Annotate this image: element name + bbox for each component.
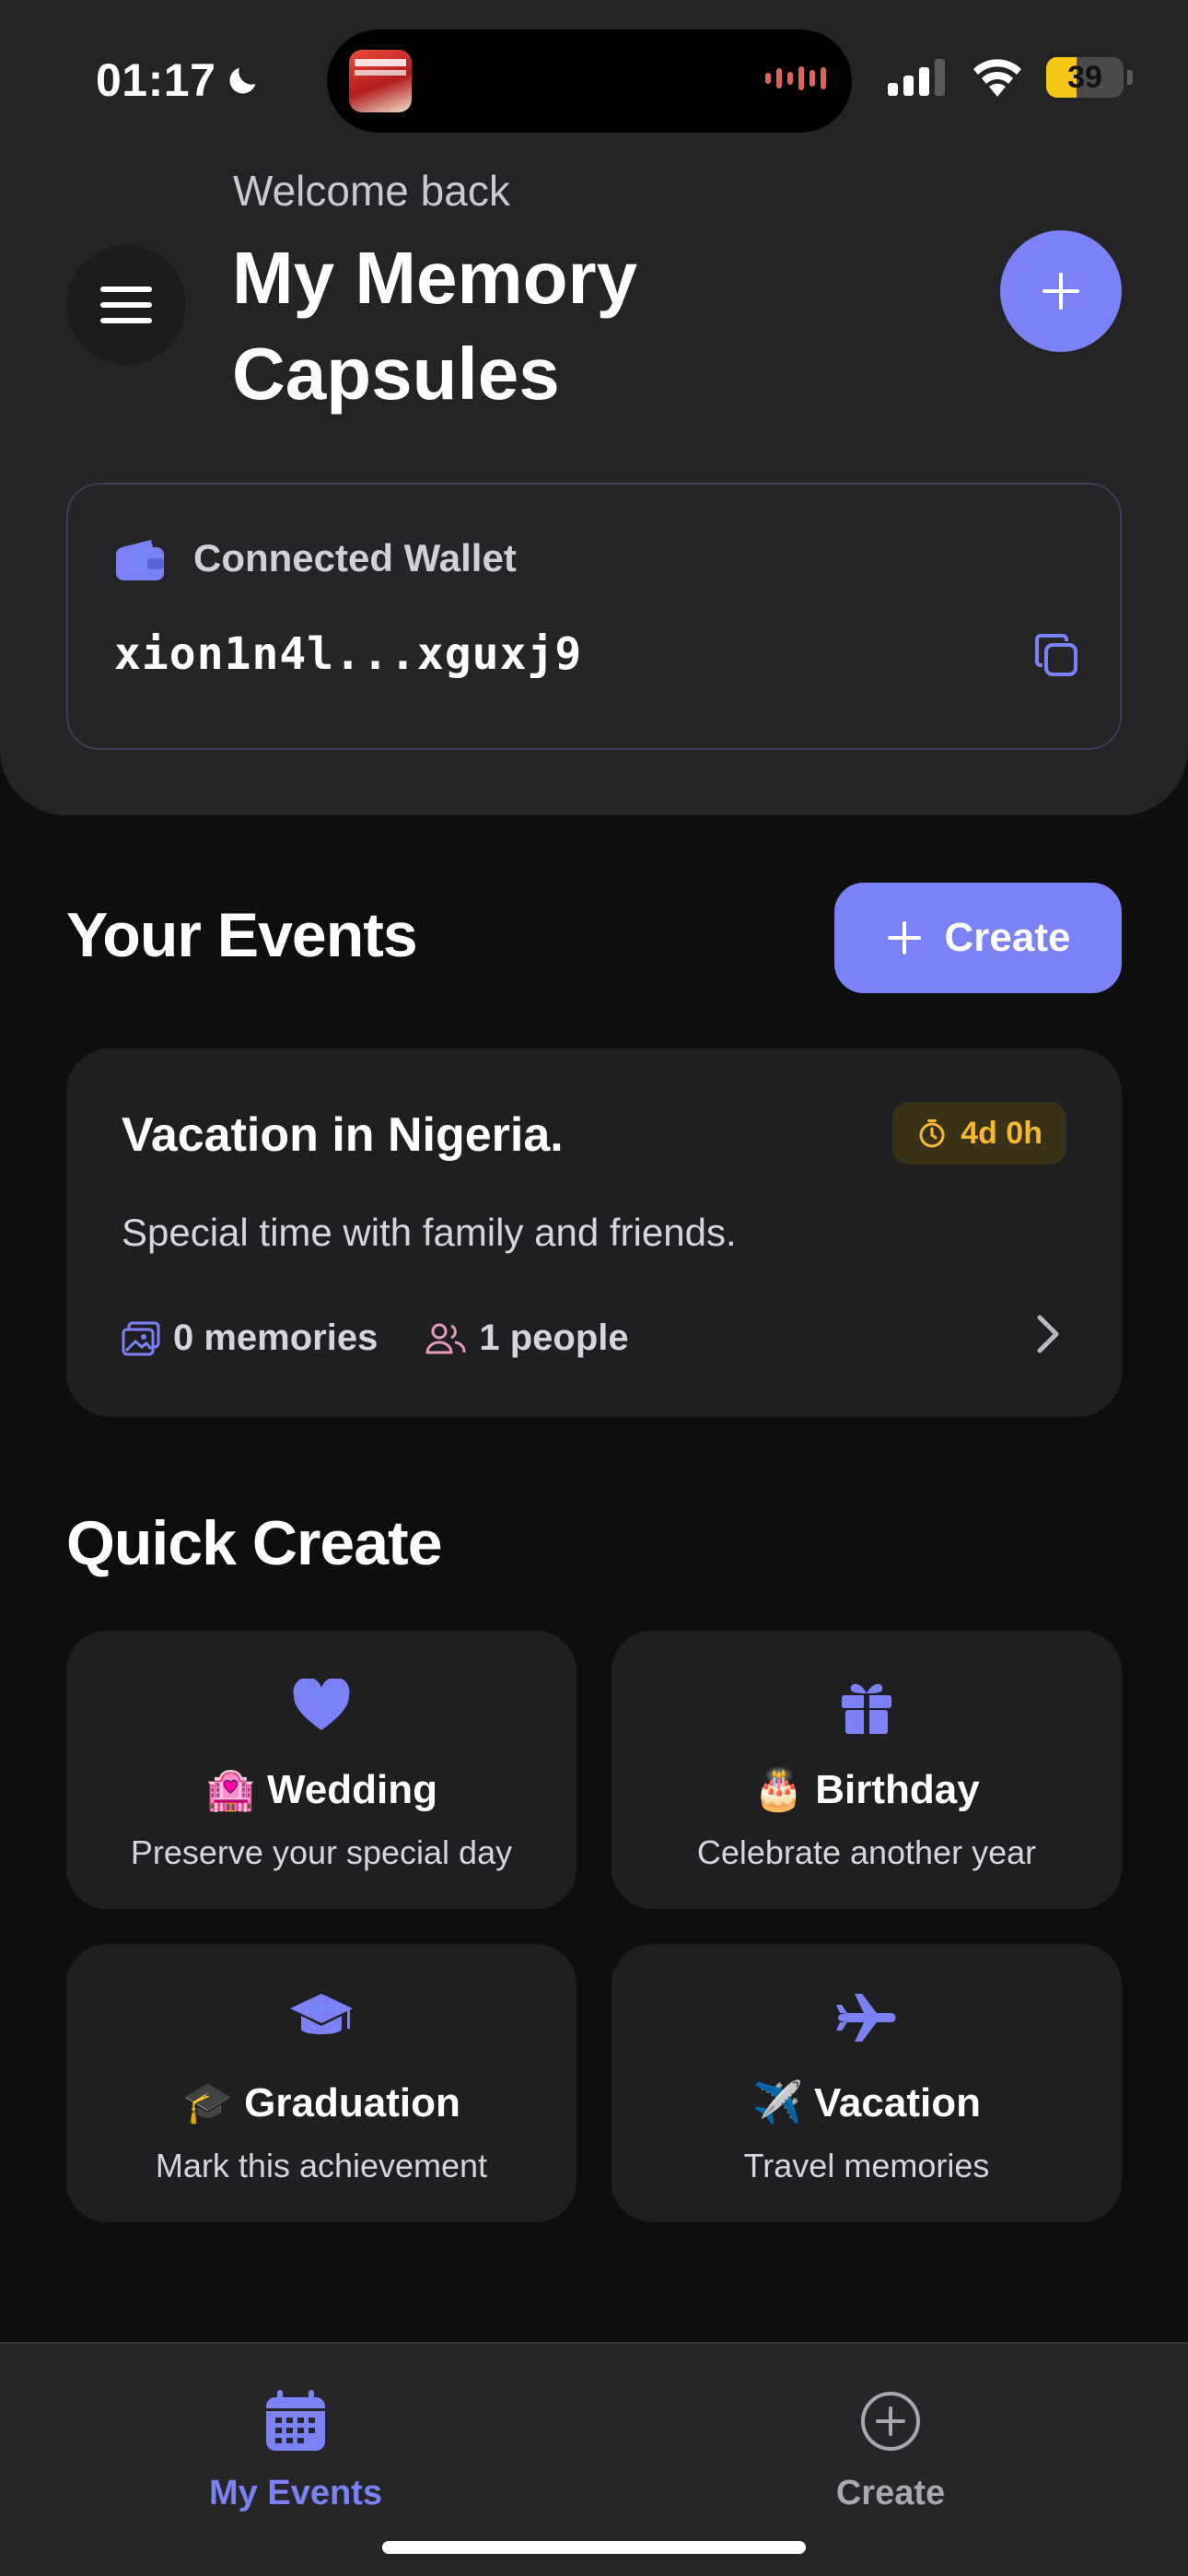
event-meta: 0 memories 1 people — [122, 1317, 629, 1359]
event-description: Special time with family and friends. — [122, 1211, 737, 1254]
battery-percent: 39 — [1067, 59, 1102, 95]
moon-icon — [229, 67, 256, 94]
create-event-label: Create — [944, 915, 1071, 960]
airplane-icon — [836, 1994, 896, 2042]
cellular-signal-icon — [888, 59, 945, 96]
memories-count: 0 memories — [122, 1317, 378, 1359]
clock-text: 01:17 — [96, 54, 216, 106]
status-indicators: 39 — [888, 57, 1133, 98]
battery-indicator: 39 — [1046, 57, 1124, 98]
tab-create[interactable]: Create — [752, 2390, 1029, 2513]
copy-address-button[interactable] — [1033, 632, 1079, 683]
copy-icon — [1035, 634, 1077, 676]
quick-create-vacation[interactable]: ✈️ Vacation Travel memories — [611, 1944, 1122, 2222]
create-event-button[interactable]: Create — [834, 883, 1122, 993]
quick-create-title-text: ✈️ Vacation — [752, 2080, 981, 2125]
event-card[interactable]: Vacation in Nigeria. 4d 0h Special time … — [66, 1048, 1122, 1417]
countdown-badge: 4d 0h — [892, 1102, 1066, 1165]
gift-icon — [842, 1683, 891, 1734]
now-playing-artwork — [349, 50, 412, 112]
chevron-right-icon[interactable] — [1035, 1314, 1061, 1354]
wallet-card: Connected Wallet xion1n4l...xguxj9 — [66, 483, 1122, 750]
memories-text: 0 memories — [173, 1317, 379, 1358]
tab-label: My Events — [209, 2474, 382, 2512]
quick-create-birthday[interactable]: 🎂 Birthday Celebrate another year — [611, 1631, 1122, 1909]
header-panel: 01:17 39 Welcome back My Memory Capsules… — [0, 0, 1188, 815]
people-count: 1 people — [425, 1317, 629, 1359]
menu-button[interactable] — [66, 245, 186, 365]
quick-create-subtitle: Mark this achievement — [155, 2147, 488, 2184]
wallet-label: Connected Wallet — [193, 536, 517, 580]
home-indicator[interactable] — [382, 2541, 806, 2554]
people-icon — [425, 1323, 466, 1353]
dynamic-island[interactable] — [327, 29, 852, 133]
quick-create-subtitle: Travel memories — [743, 2147, 990, 2184]
plus-icon — [887, 921, 921, 954]
quick-create-title-text: 🏩 Wedding — [205, 1767, 437, 1812]
quick-create-title-text: 🎂 Birthday — [753, 1767, 980, 1812]
wallet-address: xion1n4l...xguxj9 — [114, 628, 583, 680]
status-time: 01:17 — [96, 53, 262, 107]
people-text: 1 people — [479, 1317, 629, 1358]
quick-create-wedding[interactable]: 🏩 Wedding Preserve your special day — [66, 1631, 577, 1909]
tab-label: Create — [835, 2474, 946, 2512]
tab-my-events[interactable]: My Events — [157, 2390, 434, 2513]
calendar-icon — [266, 2390, 325, 2451]
quick-create-subtitle: Preserve your special day — [130, 1833, 513, 1871]
app-screen: 01:17 39 Welcome back My Memory Capsules… — [0, 0, 1188, 2576]
event-title: Vacation in Nigeria. — [122, 1108, 564, 1162]
welcome-text: Welcome back — [233, 167, 510, 215]
quick-create-title: Quick Create — [66, 1508, 443, 1578]
graduation-cap-icon — [290, 1994, 353, 2034]
events-section-title: Your Events — [66, 900, 418, 970]
audio-waveform-icon — [765, 66, 826, 90]
timer-icon — [919, 1119, 945, 1148]
plus-icon — [1042, 273, 1079, 310]
quick-create-subtitle: Celebrate another year — [696, 1833, 1037, 1871]
quick-create-title-text: 🎓 Graduation — [182, 2080, 460, 2125]
wallet-icon — [116, 540, 164, 580]
plus-circle-icon — [861, 2392, 920, 2451]
heart-icon — [293, 1679, 350, 1730]
page-title: My Memory Capsules — [232, 237, 638, 415]
countdown-text: 4d 0h — [961, 1115, 1042, 1151]
add-capsule-button[interactable] — [1000, 230, 1122, 352]
hamburger-menu-icon — [100, 287, 152, 323]
images-icon — [122, 1321, 160, 1355]
quick-create-graduation[interactable]: 🎓 Graduation Mark this achievement — [66, 1944, 577, 2222]
wifi-icon — [973, 59, 1021, 97]
